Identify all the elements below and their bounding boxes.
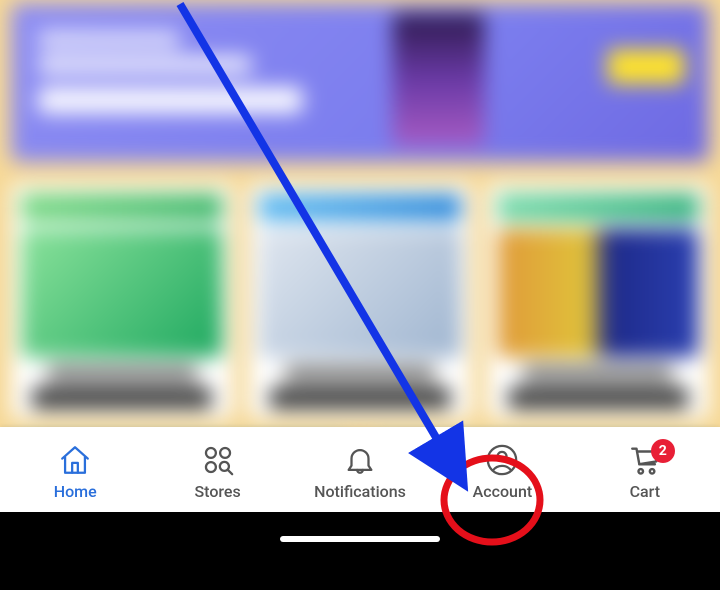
product-cards-row [11,184,709,419]
blurred-content [0,0,720,485]
nav-label: Account [473,482,533,501]
home-indicator[interactable] [280,536,440,542]
nav-account[interactable]: Account [431,443,573,501]
bottom-nav: Home Stores Notifications [0,427,720,512]
system-bottom-bar [0,512,720,560]
nav-cart[interactable]: 2 Cart [574,443,716,501]
categories-icon [201,443,235,477]
product-card [487,184,709,419]
promo-banner [11,3,709,161]
bell-icon [343,443,377,477]
nav-home[interactable]: Home [4,443,146,501]
nav-label: Notifications [314,482,406,501]
account-icon [485,443,519,477]
nav-notifications[interactable]: Notifications [289,443,431,501]
nav-label: Cart [630,482,660,501]
nav-stores[interactable]: Stores [146,443,288,501]
nav-label: Stores [194,482,240,501]
nav-label: Home [54,482,97,501]
cart-badge: 2 [651,439,675,463]
app-viewport: Home Stores Notifications [0,0,720,560]
product-card [249,184,471,419]
home-icon [58,443,92,477]
product-card [11,184,233,419]
